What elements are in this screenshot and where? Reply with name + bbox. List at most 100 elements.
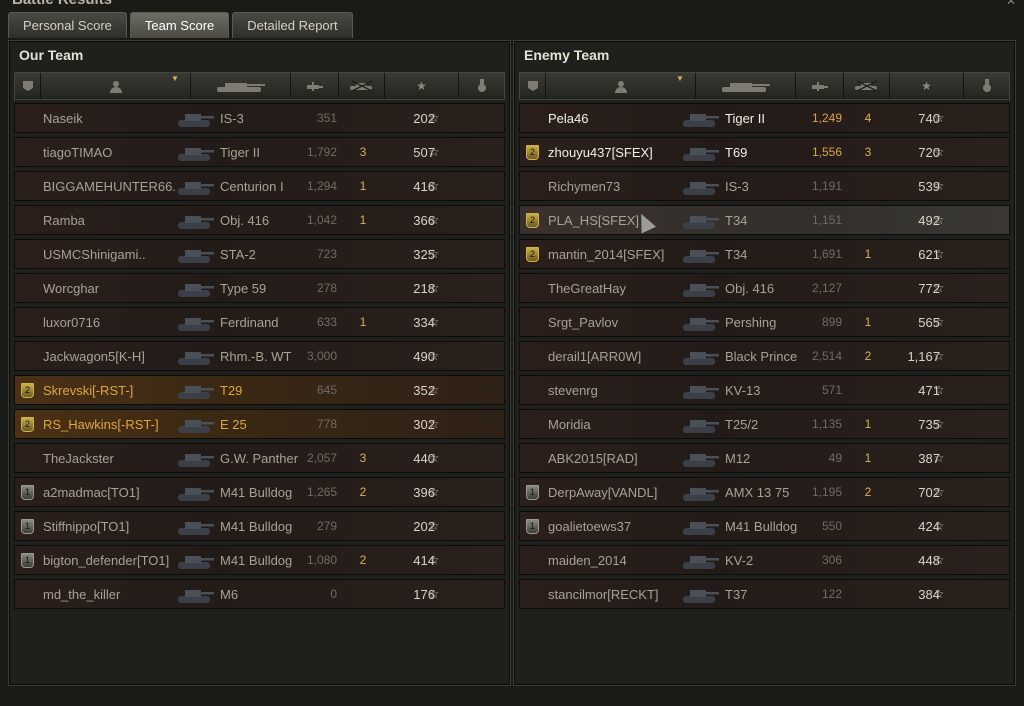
player-row[interactable]: stancilmor[RECKT] T37 122 384 ☆ [519, 579, 1010, 609]
tank-silhouette-icon [175, 138, 219, 166]
damage-value: 1,151 [811, 213, 842, 227]
player-row[interactable]: ABK2015[RAD] M12 49 1 387 ☆ [519, 443, 1010, 473]
damage-icon[interactable] [291, 73, 339, 99]
platoon-badge-cell [21, 138, 37, 166]
platoon-badge-cell [526, 104, 542, 132]
damage-value: 1,080 [306, 553, 337, 567]
player-name: derail1[ARR0W] [548, 348, 642, 364]
player-row[interactable]: Richymen73 IS-3 1,191 539 ☆ [519, 171, 1010, 201]
player-row[interactable]: 2 zhouyu437[SFEX] T69 1,556 3 720 ☆ [519, 137, 1010, 167]
player-row[interactable]: TheGreatHay Obj. 416 2,127 772 ☆ [519, 273, 1010, 303]
player-row[interactable]: derail1[ARR0W] Black Prince 2,514 2 1,167 ☆ [519, 341, 1010, 371]
platoon-icon[interactable] [15, 73, 41, 99]
damage-value: 2,057 [306, 451, 337, 465]
tank-silhouette-icon [175, 308, 219, 336]
star-icon: ☆ [933, 281, 945, 295]
tab-team-score[interactable]: Team Score [129, 12, 230, 38]
player-icon[interactable] [546, 73, 696, 99]
kills-value: 2 [359, 485, 367, 499]
tab-personal-score[interactable]: Personal Score [8, 12, 127, 38]
player-row[interactable]: Worcghar Type 59 278 218 ☆ [14, 273, 505, 303]
player-name: bigton_defender[TO1] [43, 552, 170, 568]
platoon-badge-cell [21, 206, 37, 234]
damage-value: 778 [316, 417, 337, 431]
platoon-badge-cell: 1 [526, 512, 542, 540]
player-row[interactable]: 2 Skrevski[-RST-] T29 645 352 ☆ [14, 375, 505, 405]
player-row[interactable]: Naseik IS-3 351 202 ☆ [14, 103, 505, 133]
kills-value: 3 [359, 451, 367, 465]
player-row[interactable]: 2 RS_Hawkins[-RST-] E 25 778 302 ☆ [14, 409, 505, 439]
tank-silhouette-icon [175, 478, 219, 506]
player-name: Moridia [548, 416, 591, 432]
medal-icon[interactable] [459, 73, 504, 99]
damage-value: 1,191 [811, 179, 842, 193]
platoon-badge-cell: 1 [526, 478, 542, 506]
player-row[interactable]: 1 bigton_defender[TO1] M41 Bulldog 1,080 2 41… [14, 545, 505, 575]
player-row[interactable]: Moridia T25/2 1,135 1 735 ☆ [519, 409, 1010, 439]
tank-silhouette-icon [680, 580, 724, 608]
destroyed-tank-icon[interactable] [339, 73, 385, 99]
damage-value: 1,195 [811, 485, 842, 499]
damage-value: 1,294 [306, 179, 337, 193]
kills-value [355, 410, 371, 438]
tank-silhouette-icon [175, 172, 219, 200]
kills-value [860, 580, 876, 608]
player-row[interactable]: tiagoTIMAO Tiger II 1,792 3 507 ☆ [14, 137, 505, 167]
player-row[interactable]: Ramba Obj. 416 1,042 1 366 ☆ [14, 205, 505, 235]
tab-detailed-report[interactable]: Detailed Report [232, 12, 353, 38]
star-icon: ☆ [428, 247, 440, 261]
player-row[interactable]: 1 DerpAway[VANDL] AMX 13 75 1,195 2 702 ☆ [519, 477, 1010, 507]
damage-icon[interactable] [796, 73, 844, 99]
platoon-badge-cell [21, 240, 37, 268]
star-icon: ☆ [428, 587, 440, 601]
player-row[interactable]: 1 Stiffnippo[TO1] M41 Bulldog 279 202 ☆ [14, 511, 505, 541]
kills-value: 1 [359, 315, 367, 329]
damage-value: 1,792 [306, 145, 337, 159]
star-icon: ☆ [428, 281, 440, 295]
damage-value: 723 [316, 247, 337, 261]
tank-icon[interactable] [191, 73, 291, 99]
sort-arrow-icon: ▼ [171, 74, 179, 83]
tank-icon[interactable] [696, 73, 796, 99]
tank-silhouette-icon [680, 104, 724, 132]
player-row[interactable]: Jackwagon5[K-H] Rhm.-B. WT 3,000 490 ☆ [14, 341, 505, 371]
kills-value [355, 274, 371, 302]
star-icon: ☆ [933, 383, 945, 397]
star-icon[interactable]: ★ [385, 73, 459, 99]
damage-value: 2,127 [811, 281, 842, 295]
star-icon: ☆ [933, 451, 945, 465]
player-name: Srgt_Pavlov [548, 314, 619, 330]
player-row[interactable]: Pela46 Tiger II 1,249 4 740 ☆ [519, 103, 1010, 133]
player-row[interactable]: 1 goalietoews37 M41 Bulldog 550 424 ☆ [519, 511, 1010, 541]
star-icon: ☆ [428, 451, 440, 465]
player-row[interactable]: 2 PLA_HS[SFEX] T34 1,151 492 ☆ [519, 205, 1010, 235]
kills-value: 1 [359, 213, 367, 227]
player-row[interactable]: stevenrg KV-13 571 471 ☆ [519, 375, 1010, 405]
kills-value [860, 274, 876, 302]
player-row[interactable]: USMCShinigami.. STA-2 723 325 ☆ [14, 239, 505, 269]
player-row[interactable]: 2 mantin_2014[SFEX] T34 1,691 1 621 ☆ [519, 239, 1010, 269]
star-icon: ☆ [933, 553, 945, 567]
player-row[interactable]: md_the_killer M6 0 176 ☆ [14, 579, 505, 609]
platoon-badge-icon: 1 [526, 518, 539, 534]
tank-silhouette-icon [175, 580, 219, 608]
player-row[interactable]: maiden_2014 KV-2 306 448 ☆ [519, 545, 1010, 575]
destroyed-tank-icon[interactable] [844, 73, 890, 99]
player-row[interactable]: TheJackster G.W. Panther 2,057 3 440 ☆ [14, 443, 505, 473]
close-icon[interactable]: ✕ [1006, 0, 1016, 8]
kills-value: 1 [864, 417, 872, 431]
player-row[interactable]: BIGGAMEHUNTER66.. Centurion I 1,294 1 416 ☆ [14, 171, 505, 201]
kills-value [355, 580, 371, 608]
player-icon[interactable] [41, 73, 191, 99]
platoon-badge-cell [526, 444, 542, 472]
player-row[interactable]: Srgt_Pavlov Pershing 899 1 565 ☆ [519, 307, 1010, 337]
platoon-icon[interactable] [520, 73, 546, 99]
player-row[interactable]: 1 a2madmac[TO1] M41 Bulldog 1,265 2 396 ☆ [14, 477, 505, 507]
player-row[interactable]: luxor0716 Ferdinand 633 1 334 ☆ [14, 307, 505, 337]
tank-silhouette-icon [175, 240, 219, 268]
damage-value: 899 [821, 315, 842, 329]
star-icon: ☆ [428, 519, 440, 533]
star-icon[interactable]: ★ [890, 73, 964, 99]
kills-value: 1 [864, 451, 872, 465]
medal-icon[interactable] [964, 73, 1009, 99]
